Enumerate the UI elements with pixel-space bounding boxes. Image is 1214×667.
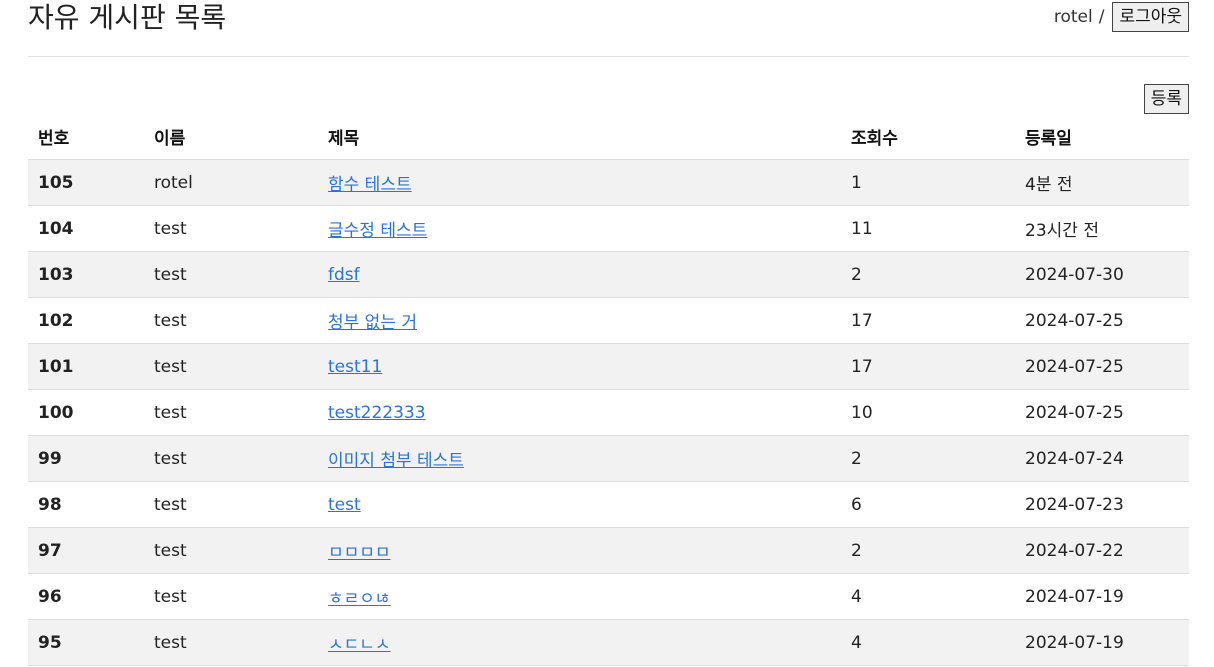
user-area: rotel / 로그아웃 — [1054, 2, 1189, 32]
post-date: 2024-07-19 — [1015, 619, 1189, 666]
post-number: 105 — [28, 159, 144, 206]
column-header-date: 등록일 — [1015, 114, 1189, 160]
separator: / — [1098, 7, 1105, 27]
column-header-name: 이름 — [144, 114, 318, 160]
post-date: 2024-07-25 — [1015, 343, 1189, 390]
post-title-cell: ㅅㄷㄴㅅ — [318, 619, 841, 666]
author-name: test — [144, 205, 318, 252]
post-title-link[interactable]: ㅁㅁㅁㅁ — [328, 543, 391, 563]
author-name: test — [144, 527, 318, 574]
author-name: rotel — [144, 159, 318, 206]
post-title-cell: 글수정 테스트 — [318, 205, 841, 252]
post-number: 96 — [28, 573, 144, 620]
post-title-cell: test11 — [318, 343, 841, 390]
post-title-link[interactable]: ㅎㄹㅇㄶ — [328, 589, 391, 609]
post-number: 98 — [28, 481, 144, 528]
view-count: 6 — [841, 481, 1015, 528]
view-count: 2 — [841, 251, 1015, 298]
view-count: 4 — [841, 619, 1015, 666]
post-date: 23시간 전 — [1015, 205, 1189, 252]
author-name: test — [144, 297, 318, 344]
table-header: 번호 이름 제목 조회수 등록일 — [28, 114, 1189, 160]
view-count: 10 — [841, 389, 1015, 436]
post-title-link[interactable]: fdsf — [328, 265, 360, 285]
table-row: 98 test test 6 2024-07-23 — [28, 481, 1189, 528]
post-date: 2024-07-30 — [1015, 251, 1189, 298]
page-title: 자유 게시판 목록 — [28, 1, 227, 34]
post-title-cell: 이미지 첨부 테스트 — [318, 435, 841, 482]
column-header-title: 제목 — [318, 114, 841, 160]
post-title-link[interactable]: ㅅㄷㄴㅅ — [328, 635, 391, 655]
author-name: test — [144, 389, 318, 436]
table-row: 97 test ㅁㅁㅁㅁ 2 2024-07-22 — [28, 527, 1189, 574]
post-number: 102 — [28, 297, 144, 344]
page-header: 자유 게시판 목록 rotel / 로그아웃 — [28, 0, 1189, 57]
view-count: 2 — [841, 527, 1015, 574]
header-row: 번호 이름 제목 조회수 등록일 — [28, 114, 1189, 160]
table-row: 101 test test11 17 2024-07-25 — [28, 343, 1189, 390]
post-title-link[interactable]: 이미지 첨부 테스트 — [328, 451, 464, 471]
post-title-cell: ㅁㅁㅁㅁ — [318, 527, 841, 574]
table-body: 105 rotel 함수 테스트 1 4분 전 104 test 글수정 테스트 11 23시간 … — [28, 159, 1189, 666]
post-number: 104 — [28, 205, 144, 252]
post-number: 99 — [28, 435, 144, 482]
view-count: 2 — [841, 435, 1015, 482]
post-title-link[interactable]: 글수정 테스트 — [328, 221, 427, 241]
view-count: 17 — [841, 297, 1015, 344]
table-row: 104 test 글수정 테스트 11 23시간 전 — [28, 205, 1189, 252]
column-header-views: 조회수 — [841, 114, 1015, 160]
username: rotel — [1053, 7, 1093, 27]
board-table: 번호 이름 제목 조회수 등록일 105 rotel 함수 테스트 1 4분 전 104 t… — [28, 114, 1189, 666]
table-row: 103 test fdsf 2 2024-07-30 — [28, 251, 1189, 298]
post-title-cell: fdsf — [318, 251, 841, 298]
post-title-link[interactable]: test — [328, 495, 361, 515]
table-row: 100 test test222333 10 2024-07-25 — [28, 389, 1189, 436]
view-count: 1 — [841, 159, 1015, 206]
post-title-link[interactable]: test11 — [328, 357, 382, 377]
author-name: test — [144, 435, 318, 482]
column-header-number: 번호 — [28, 114, 144, 160]
post-title-cell: ㅎㄹㅇㄶ — [318, 573, 841, 620]
table-row: 99 test 이미지 첨부 테스트 2 2024-07-24 — [28, 435, 1189, 482]
view-count: 4 — [841, 573, 1015, 620]
post-title-cell: test — [318, 481, 841, 528]
view-count: 11 — [841, 205, 1015, 252]
post-date: 2024-07-25 — [1015, 297, 1189, 344]
logout-button[interactable]: 로그아웃 — [1112, 2, 1189, 32]
board-list-page: 자유 게시판 목록 rotel / 로그아웃 등록 번호 이름 제목 조회수 등… — [0, 0, 1214, 667]
table-row: 105 rotel 함수 테스트 1 4분 전 — [28, 159, 1189, 206]
post-date: 2024-07-19 — [1015, 573, 1189, 620]
post-date: 2024-07-25 — [1015, 389, 1189, 436]
post-title-link[interactable]: 청부 없는 거 — [328, 313, 417, 333]
post-number: 101 — [28, 343, 144, 390]
post-title-link[interactable]: 함수 테스트 — [328, 175, 412, 195]
post-number: 97 — [28, 527, 144, 574]
author-name: test — [144, 343, 318, 390]
table-row: 96 test ㅎㄹㅇㄶ 4 2024-07-19 — [28, 573, 1189, 620]
post-date: 2024-07-22 — [1015, 527, 1189, 574]
post-number: 95 — [28, 619, 144, 666]
post-date: 2024-07-23 — [1015, 481, 1189, 528]
author-name: test — [144, 251, 318, 298]
post-title-link[interactable]: test222333 — [328, 403, 426, 423]
post-date: 4분 전 — [1015, 159, 1189, 206]
post-date: 2024-07-24 — [1015, 435, 1189, 482]
post-number: 100 — [28, 389, 144, 436]
post-number: 103 — [28, 251, 144, 298]
author-name: test — [144, 619, 318, 666]
post-title-cell: 함수 테스트 — [318, 159, 841, 206]
post-title-cell: test222333 — [318, 389, 841, 436]
register-button[interactable]: 등록 — [1143, 84, 1189, 114]
post-title-cell: 청부 없는 거 — [318, 297, 841, 344]
view-count: 17 — [841, 343, 1015, 390]
table-row: 95 test ㅅㄷㄴㅅ 4 2024-07-19 — [28, 619, 1189, 666]
table-row: 102 test 청부 없는 거 17 2024-07-25 — [28, 297, 1189, 344]
author-name: test — [144, 481, 318, 528]
author-name: test — [144, 573, 318, 620]
